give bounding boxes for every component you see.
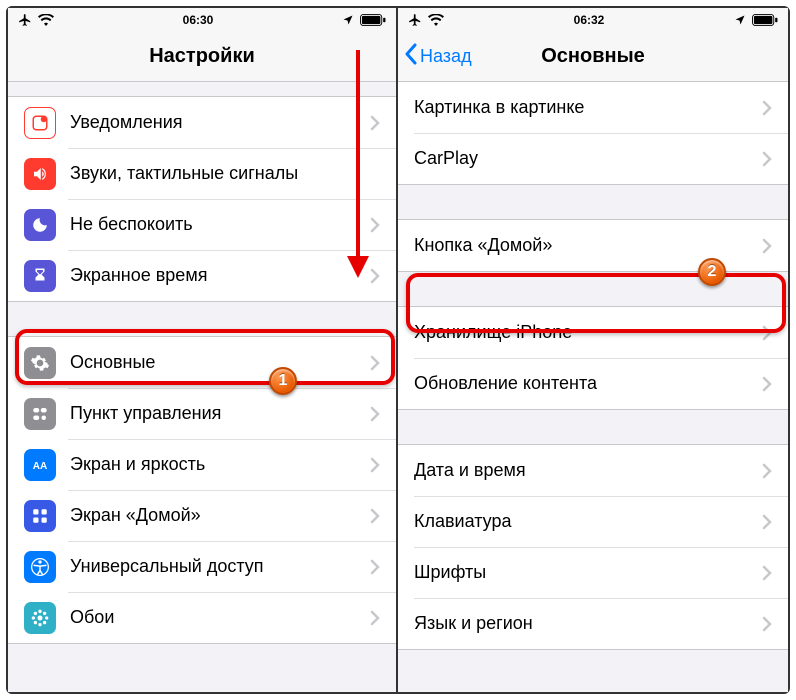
chevron-right-icon — [762, 616, 772, 632]
svg-text:AA: AA — [33, 461, 47, 472]
wifi-icon — [428, 14, 444, 26]
general-icon — [24, 347, 56, 379]
row-notifications[interactable]: Уведомления — [8, 97, 396, 148]
wallpaper-icon — [24, 602, 56, 634]
chevron-right-icon — [370, 508, 380, 524]
phone-right: 06:32 Назад Основные Карт — [398, 8, 788, 692]
wifi-icon — [38, 14, 54, 26]
row-label: Уведомления — [70, 112, 370, 133]
location-icon — [734, 14, 746, 26]
chevron-right-icon — [370, 115, 380, 131]
row-label: Экран и яркость — [70, 454, 370, 475]
chevron-right-icon — [370, 559, 380, 575]
row-keyboard[interactable]: Клавиатура — [398, 496, 788, 547]
chevron-right-icon — [370, 457, 380, 473]
row-wallpaper[interactable]: Обои — [8, 592, 396, 643]
status-time: 06:32 — [574, 13, 605, 27]
row-accessibility[interactable]: Универсальный доступ — [8, 541, 396, 592]
row-sounds[interactable]: Звуки, тактильные сигналы — [8, 148, 396, 199]
home-screen-icon — [24, 500, 56, 532]
location-icon — [342, 14, 354, 26]
battery-icon — [360, 14, 386, 26]
row-dnd[interactable]: Не беспокоить — [8, 199, 396, 250]
sounds-icon — [24, 158, 56, 190]
nav-title: Настройки — [8, 45, 396, 68]
nav-bar: Настройки — [8, 32, 396, 82]
row-home-button[interactable]: Кнопка «Домой» — [398, 220, 788, 271]
row-background-refresh[interactable]: Обновление контента — [398, 358, 788, 409]
row-iphone-storage[interactable]: Хранилище iPhone — [398, 307, 788, 358]
chevron-right-icon — [370, 217, 380, 233]
row-language-region[interactable]: Язык и регион — [398, 598, 788, 649]
chevron-right-icon — [762, 514, 772, 530]
row-screentime[interactable]: Экранное время — [8, 250, 396, 301]
row-label: Клавиатура — [414, 511, 762, 532]
row-label: Основные — [70, 352, 370, 373]
row-carplay[interactable]: CarPlay — [398, 133, 788, 184]
chevron-right-icon — [762, 325, 772, 341]
airplane-icon — [18, 13, 32, 27]
chevron-right-icon — [762, 376, 772, 392]
row-date-time[interactable]: Дата и время — [398, 445, 788, 496]
notifications-icon — [24, 107, 56, 139]
back-label: Назад — [420, 46, 472, 67]
back-button[interactable]: Назад — [398, 43, 472, 70]
status-bar: 06:32 — [398, 8, 788, 32]
row-label: CarPlay — [414, 148, 762, 169]
screentime-icon — [24, 260, 56, 292]
phone-left: 06:30 Настройки Уведомления — [8, 8, 398, 692]
row-label: Пункт управления — [70, 403, 370, 424]
row-label: Кнопка «Домой» — [414, 235, 762, 256]
row-label: Экранное время — [70, 265, 370, 286]
chevron-right-icon — [762, 100, 772, 116]
row-label: Язык и регион — [414, 613, 762, 634]
row-label: Хранилище iPhone — [414, 322, 762, 343]
accessibility-icon — [24, 551, 56, 583]
chevron-right-icon — [370, 355, 380, 371]
row-pip[interactable]: Картинка в картинке — [398, 82, 788, 133]
nav-bar: Назад Основные — [398, 32, 788, 82]
chevron-right-icon — [762, 463, 772, 479]
row-label: Обновление контента — [414, 373, 762, 394]
chevron-right-icon — [370, 268, 380, 284]
row-fonts[interactable]: Шрифты — [398, 547, 788, 598]
row-display[interactable]: AA Экран и яркость — [8, 439, 396, 490]
row-label: Дата и время — [414, 460, 762, 481]
chevron-right-icon — [370, 610, 380, 626]
row-general[interactable]: Основные — [8, 337, 396, 388]
chevron-right-icon — [762, 565, 772, 581]
row-label: Экран «Домой» — [70, 505, 370, 526]
row-control-center[interactable]: Пункт управления — [8, 388, 396, 439]
dnd-icon — [24, 209, 56, 241]
airplane-icon — [408, 13, 422, 27]
status-time: 06:30 — [183, 13, 214, 27]
row-label: Шрифты — [414, 562, 762, 583]
display-icon: AA — [24, 449, 56, 481]
control-center-icon — [24, 398, 56, 430]
chevron-right-icon — [762, 238, 772, 254]
row-label: Не беспокоить — [70, 214, 370, 235]
row-label: Звуки, тактильные сигналы — [70, 163, 380, 184]
chevron-right-icon — [370, 406, 380, 422]
chevron-right-icon — [762, 151, 772, 167]
row-label: Обои — [70, 607, 370, 628]
row-label: Картинка в картинке — [414, 97, 762, 118]
row-home-screen[interactable]: Экран «Домой» — [8, 490, 396, 541]
status-bar: 06:30 — [8, 8, 396, 32]
chevron-left-icon — [404, 43, 418, 70]
battery-icon — [752, 14, 778, 26]
row-label: Универсальный доступ — [70, 556, 370, 577]
